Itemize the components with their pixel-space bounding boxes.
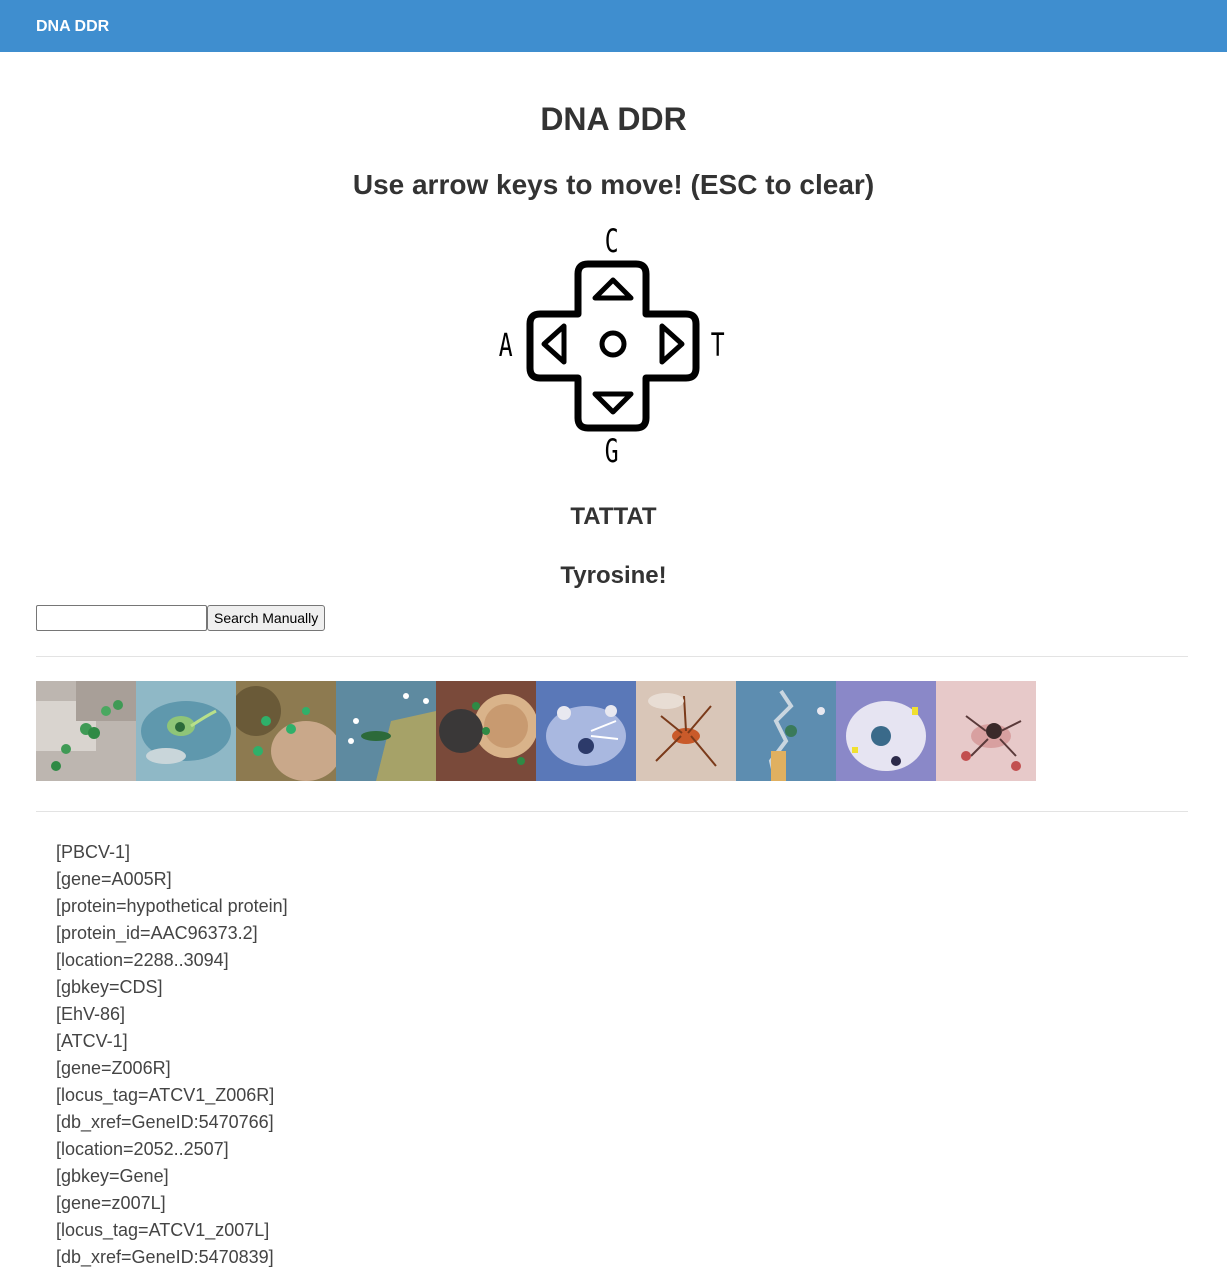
gallery-image-4[interactable]	[336, 681, 436, 781]
manual-search-input[interactable]	[36, 605, 207, 631]
fasta-line: [db_xref=GeneID:5470766]	[56, 1112, 274, 1132]
fasta-line: [gbkey=Gene]	[56, 1166, 169, 1186]
fasta-header-list: [PBCV-1] [gene=A005R] [protein=hypothetica…	[56, 839, 288, 1271]
gallery-image-8[interactable]	[736, 681, 836, 781]
fasta-line: [locus_tag=ATCV1_Z006R]	[56, 1085, 275, 1105]
manual-search-form: Search Manually	[36, 605, 326, 631]
fasta-line: [protein=hypothetical protein]	[56, 896, 288, 916]
dpad-icon[interactable]	[492, 222, 736, 470]
navbar-brand[interactable]: DNA DDR	[36, 17, 109, 37]
fasta-line: [PBCV-1]	[56, 842, 131, 862]
fasta-line: [gene=Z006R]	[56, 1058, 171, 1078]
fasta-line: [locus_tag=ATCV1_z007L]	[56, 1220, 270, 1240]
amino-acid-display: Tyrosine!	[560, 562, 667, 589]
image-gallery	[36, 681, 1036, 781]
gallery-image-2[interactable]	[136, 681, 236, 781]
fasta-line: [gene=A005R]	[56, 869, 172, 889]
fasta-line: [db_xref=GeneID:5470839]	[56, 1247, 274, 1267]
fasta-line: [ATCV-1]	[56, 1031, 128, 1051]
gallery-image-3[interactable]	[236, 681, 336, 781]
gallery-image-7[interactable]	[636, 681, 736, 781]
divider	[36, 656, 1188, 657]
fasta-line: [gene=z007L]	[56, 1193, 166, 1213]
fasta-line: [protein_id=AAC96373.2]	[56, 923, 258, 943]
fasta-line: [location=2052..2507]	[56, 1139, 229, 1159]
search-manually-button[interactable]: Search Manually	[207, 605, 326, 631]
fasta-line: [EhV-86]	[56, 1004, 126, 1024]
sequence-display: TATTAT	[570, 503, 657, 530]
dpad-area: C A T G	[492, 222, 736, 470]
navbar: DNA DDR	[0, 0, 1227, 52]
gallery-image-6[interactable]	[536, 681, 636, 781]
gallery-image-1[interactable]	[36, 681, 136, 781]
divider	[36, 811, 1188, 812]
gallery-image-5[interactable]	[436, 681, 536, 781]
fasta-line: [location=2288..3094]	[56, 950, 229, 970]
page-title: DNA DDR	[540, 101, 687, 137]
gallery-image-9[interactable]	[836, 681, 936, 781]
fasta-line: [gbkey=CDS]	[56, 977, 163, 997]
instructions-heading: Use arrow keys to move! (ESC to clear)	[352, 169, 875, 200]
gallery-image-10[interactable]	[936, 681, 1036, 781]
